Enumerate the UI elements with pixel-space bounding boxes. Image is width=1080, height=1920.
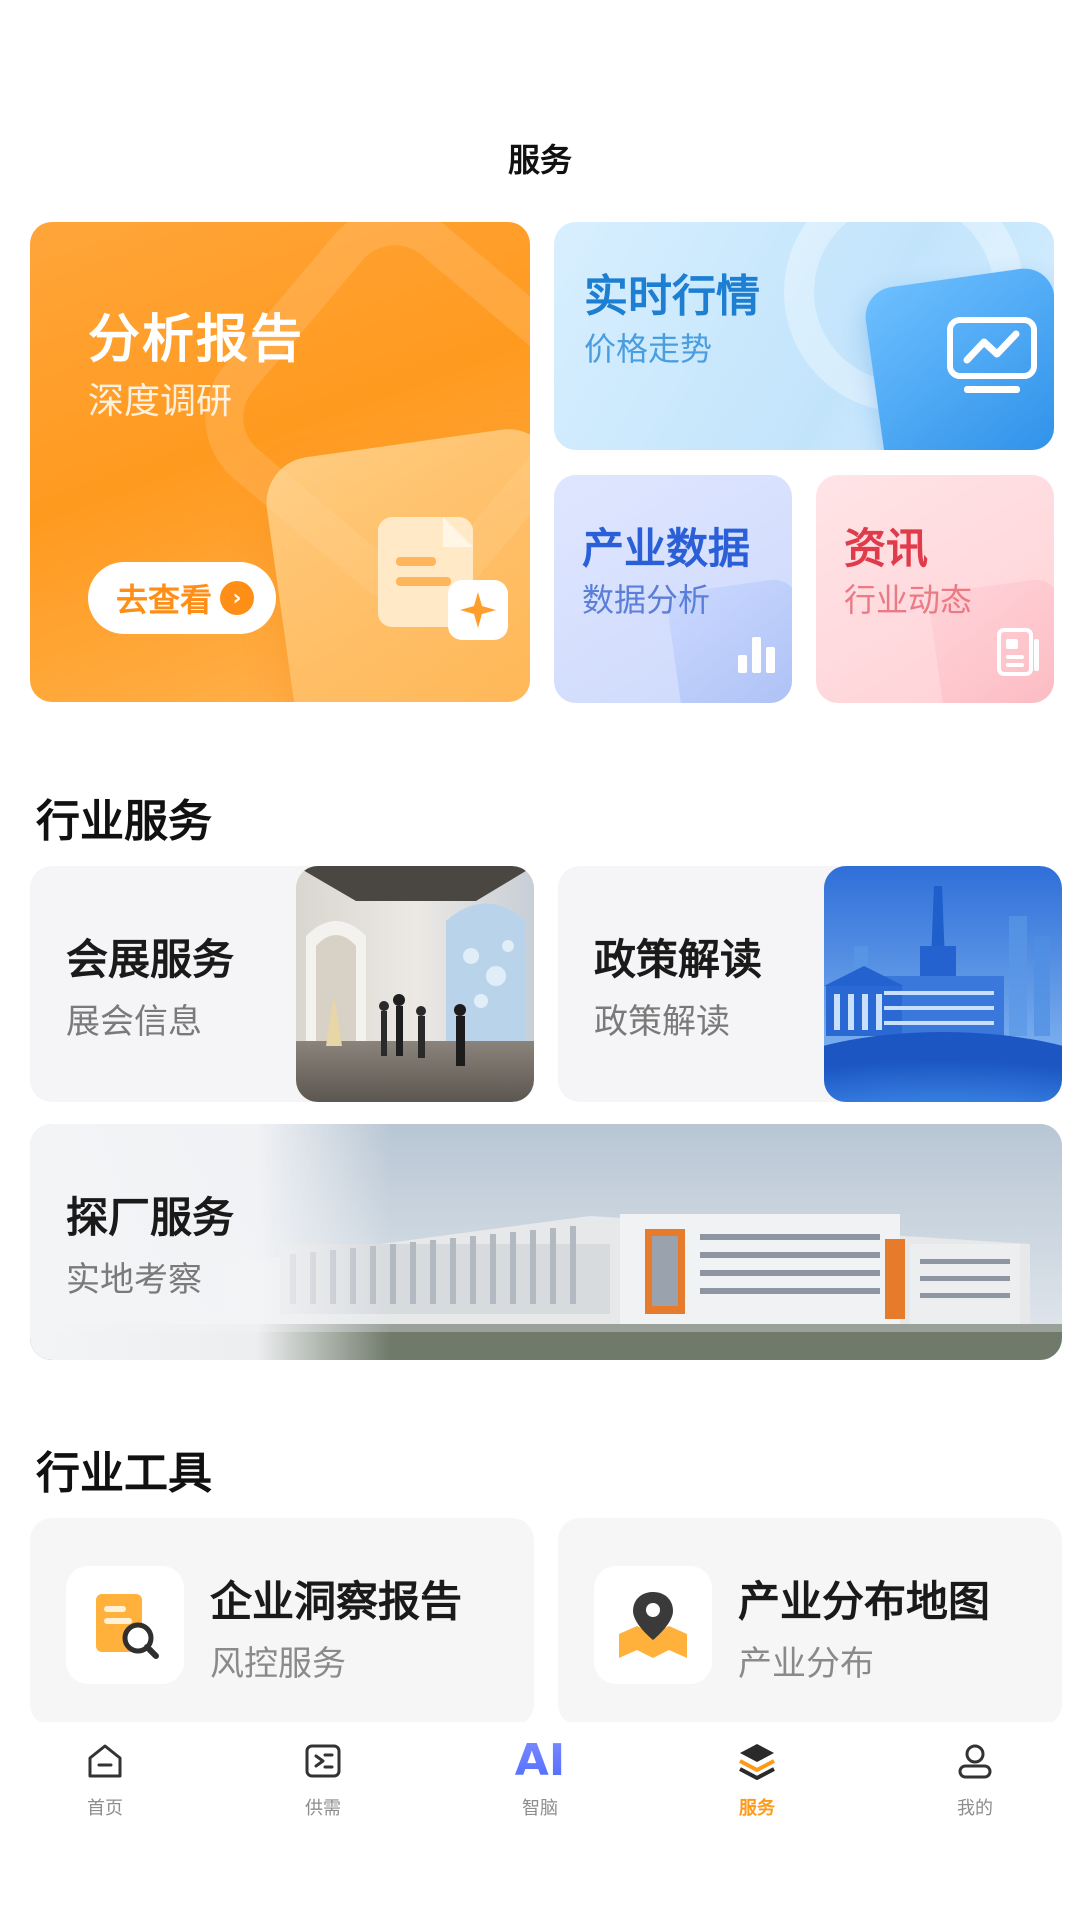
market-card-title: 实时行情 (584, 271, 760, 322)
monitor-chart-icon (947, 317, 1037, 393)
bar-chart-icon (738, 637, 775, 673)
report-document-icon (378, 517, 508, 640)
enterprise-insight-card[interactable]: 企业洞察报告 风控服务 (30, 1518, 534, 1726)
news-card-title: 资讯 (844, 524, 929, 573)
expo-service-subtitle: 展会信息 (66, 1002, 202, 1042)
industry-map-card[interactable]: 产业分布地图 产业分布 (558, 1518, 1062, 1726)
home-icon (80, 1736, 130, 1786)
nav-home[interactable]: 首页 (35, 1736, 175, 1820)
enterprise-insight-title: 企业洞察报告 (210, 1577, 463, 1626)
bottom-navigation: 首页 供需 AI 智脑 服务 我的 (0, 1722, 1080, 1920)
report-card-title: 分析报告 (88, 310, 305, 370)
policy-subtitle: 政策解读 (594, 1002, 730, 1042)
expo-service-title: 会展服务 (66, 935, 235, 984)
nav-mine[interactable]: 我的 (905, 1736, 1045, 1820)
ai-logo-icon: AI (515, 1736, 565, 1786)
realtime-market-card[interactable]: 实时行情 价格走势 (554, 222, 1054, 450)
market-card-subtitle: 价格走势 (584, 330, 713, 368)
industry-tools-heading: 行业工具 (36, 1448, 212, 1499)
industry-map-subtitle: 产业分布 (738, 1644, 874, 1684)
view-report-button[interactable]: 去查看 › (88, 562, 276, 634)
news-card-subtitle: 行业动态 (844, 581, 973, 619)
chevron-right-icon: › (220, 581, 255, 615)
view-report-button-label: 去查看 (116, 581, 213, 619)
factory-visit-subtitle: 实地考察 (66, 1260, 202, 1300)
nav-home-label: 首页 (87, 1798, 123, 1819)
nav-service[interactable]: 服务 (687, 1736, 827, 1820)
nav-supply-demand[interactable]: 供需 (253, 1736, 393, 1820)
report-card-subtitle: 深度调研 (88, 381, 233, 422)
industry-data-card-title: 产业数据 (582, 524, 751, 573)
enterprise-insight-icon-box (66, 1566, 184, 1684)
news-card[interactable]: 资讯 行业动态 (816, 475, 1054, 703)
policy-interpretation-card[interactable]: 政策解读 政策解读 (558, 866, 1062, 1102)
exchange-icon (298, 1736, 348, 1786)
nav-supply-demand-label: 供需 (305, 1798, 341, 1819)
map-pin-icon (619, 1592, 687, 1658)
nav-ai-brain-label: 智脑 (522, 1798, 558, 1819)
page-title: 服务 (507, 141, 572, 179)
nav-mine-label: 我的 (957, 1798, 993, 1819)
user-icon (950, 1736, 1000, 1786)
industry-data-card[interactable]: 产业数据 数据分析 (554, 475, 792, 703)
layers-icon (732, 1736, 782, 1786)
expo-hall-image (296, 866, 534, 1102)
enterprise-insight-subtitle: 风控服务 (210, 1644, 346, 1684)
industry-map-title: 产业分布地图 (738, 1577, 991, 1626)
factory-visit-card[interactable]: 探厂服务 实地考察 (30, 1124, 1062, 1360)
newspaper-icon (997, 628, 1039, 676)
industry-services-heading: 行业服务 (36, 796, 212, 847)
industry-map-icon-box (594, 1566, 712, 1684)
industry-data-card-subtitle: 数据分析 (582, 581, 711, 619)
policy-title: 政策解读 (594, 935, 763, 984)
city-skyline-image (824, 866, 1062, 1102)
expo-service-card[interactable]: 会展服务 展会信息 (30, 866, 534, 1102)
ai-logo-text: AI (514, 1735, 566, 1786)
nav-service-label: 服务 (739, 1798, 775, 1819)
document-search-icon (96, 1594, 159, 1659)
factory-visit-title: 探厂服务 (66, 1193, 235, 1242)
analysis-report-card[interactable]: 分析报告 深度调研 去查看 › (30, 222, 530, 702)
nav-ai-brain[interactable]: AI 智脑 (470, 1736, 610, 1820)
